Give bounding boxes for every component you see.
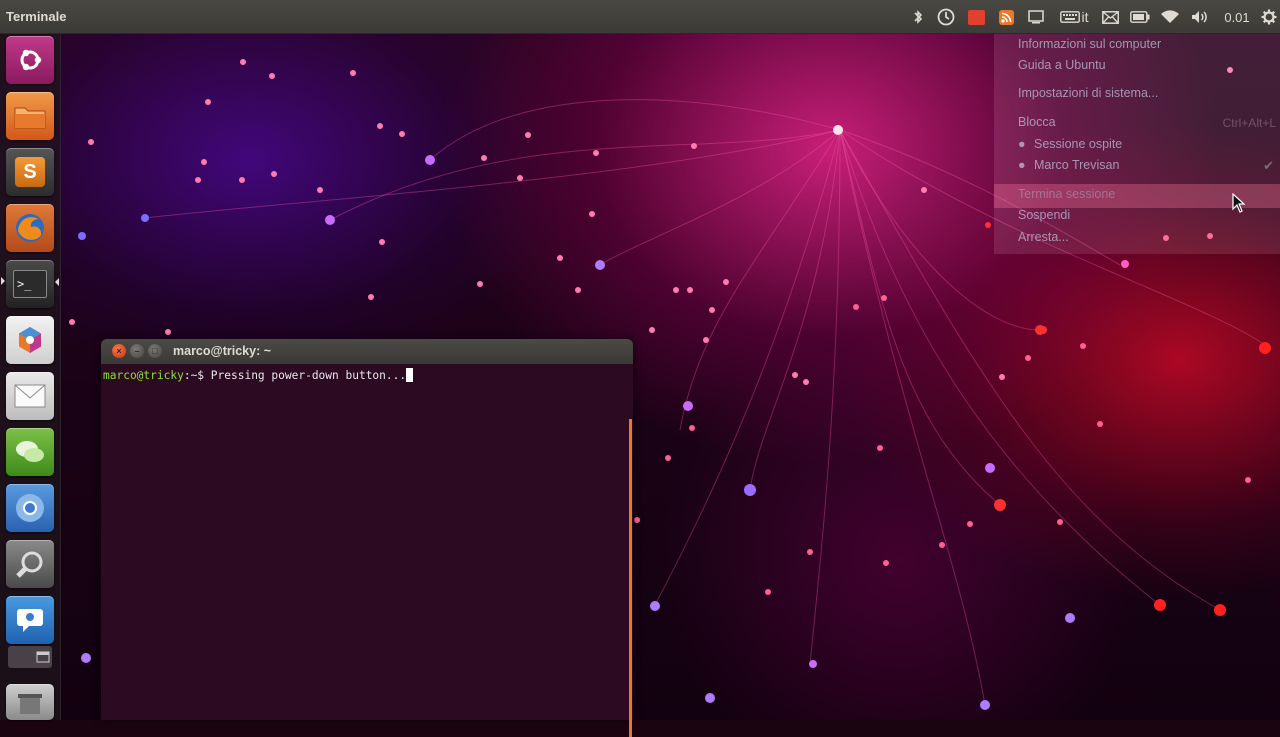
terminal-scrollbar[interactable] — [629, 419, 632, 737]
launcher-firefox[interactable] — [6, 204, 54, 252]
menu-item-shutdown[interactable]: Arresta... — [1018, 230, 1069, 244]
active-indicator — [55, 278, 59, 286]
terminal-output[interactable]: marco@tricky:~$ Pressing power-down butt… — [101, 364, 633, 737]
terminal-line: marco@tricky:~$ Pressing power-down butt… — [103, 368, 414, 382]
running-indicator — [1, 277, 5, 285]
app-title: Terminale — [6, 9, 67, 24]
menu-item-ubuntu-help[interactable]: Guida a Ubuntu — [1018, 58, 1106, 72]
keyboard-icon — [1059, 11, 1080, 23]
record-indicator-icon[interactable] — [964, 0, 988, 34]
bluetooth-icon[interactable] — [910, 0, 926, 34]
window-title: marco@tricky: ~ — [173, 344, 271, 358]
chat-bubbles-icon — [16, 441, 44, 462]
menu-item-guest-session[interactable]: ● Sessione ospite — [1018, 137, 1122, 151]
clock-label: 0.01 — [1224, 9, 1250, 25]
user-icon: ● — [1018, 137, 1026, 151]
message-icon — [17, 609, 43, 632]
volume-icon[interactable] — [1188, 0, 1212, 34]
menu-item-log-out[interactable]: Termina sessione — [1018, 187, 1115, 201]
display-indicator-icon[interactable] — [1024, 0, 1048, 34]
text-cursor — [406, 368, 414, 382]
menu-item-system-settings[interactable]: Impostazioni di sistema... — [1018, 86, 1158, 100]
software-center-icon — [19, 327, 41, 353]
clock-indicator[interactable]: 0.01 — [1218, 0, 1256, 34]
terminal-window: × – □ marco@tricky: ~ marco@tricky:~$ Pr… — [101, 339, 633, 737]
battery-icon[interactable] — [1128, 0, 1152, 34]
session-menu: Informazioni sul computer Guida a Ubuntu… — [994, 34, 1280, 254]
launcher-chromium[interactable] — [6, 484, 54, 532]
maximize-icon: □ — [152, 346, 158, 356]
session-gear-icon[interactable] — [1258, 0, 1280, 34]
launcher-trash[interactable] — [6, 684, 54, 720]
mouse-pointer-icon — [1232, 193, 1246, 213]
launcher-chat[interactable] — [6, 428, 54, 476]
folder-icon — [14, 107, 46, 129]
user-icon: ● — [1018, 158, 1026, 172]
window-titlebar[interactable]: × – □ marco@tricky: ~ — [101, 339, 633, 364]
ubuntu-logo-icon — [20, 49, 42, 71]
workspace-icon — [36, 651, 50, 663]
rss-feed-icon[interactable] — [994, 0, 1018, 34]
user-name-label: Marco Trevisan — [1034, 158, 1120, 172]
keyboard-layout-indicator[interactable]: it — [1054, 0, 1094, 34]
keyboard-layout-label: it — [1081, 9, 1089, 25]
prompt-path: :~$ — [183, 369, 211, 382]
launcher-system-settings[interactable] — [6, 540, 54, 588]
menu-item-about-computer[interactable]: Informazioni sul computer — [1018, 37, 1161, 51]
launcher-mail[interactable] — [6, 372, 54, 420]
window-maximize-button[interactable]: □ — [148, 344, 162, 358]
menu-item-lock[interactable]: Blocca — [1018, 115, 1056, 129]
guest-session-label: Sessione ospite — [1034, 137, 1123, 151]
launcher: S >_ — [0, 34, 61, 720]
top-panel: Terminale it 0.01 — [0, 0, 1280, 34]
envelope-icon — [14, 384, 46, 408]
clock-icon[interactable] — [934, 0, 958, 34]
launcher-workspaces[interactable] — [8, 646, 52, 668]
terminal-icon: >_ — [13, 270, 47, 298]
window-close-button[interactable]: × — [112, 344, 126, 358]
firefox-icon — [16, 214, 44, 242]
menu-item-user-marco[interactable]: ● Marco Trevisan — [1018, 158, 1119, 172]
trash-icon — [18, 694, 42, 714]
check-icon: ✔ — [1263, 158, 1274, 173]
mail-indicator-icon[interactable] — [1098, 0, 1122, 34]
launcher-software-center[interactable] — [6, 316, 54, 364]
lock-shortcut: Ctrl+Alt+L — [1222, 116, 1276, 130]
close-icon: × — [116, 346, 122, 356]
menu-item-suspend[interactable]: Sospendi — [1018, 208, 1070, 222]
chromium-icon — [16, 494, 44, 522]
minimize-icon: – — [134, 346, 140, 356]
sublime-s-icon: S — [15, 157, 45, 187]
launcher-sublime-text[interactable]: S — [6, 148, 54, 196]
wrench-icon — [16, 551, 43, 578]
prompt-user: marco@tricky — [103, 369, 184, 382]
window-minimize-button[interactable]: – — [130, 344, 144, 358]
launcher-dash-home[interactable] — [6, 36, 54, 84]
command-text: Pressing power-down button... — [210, 369, 407, 382]
wifi-icon[interactable] — [1158, 0, 1182, 34]
launcher-terminal[interactable]: >_ — [6, 260, 54, 308]
launcher-messaging[interactable] — [6, 596, 54, 644]
launcher-home-folder[interactable] — [6, 92, 54, 140]
